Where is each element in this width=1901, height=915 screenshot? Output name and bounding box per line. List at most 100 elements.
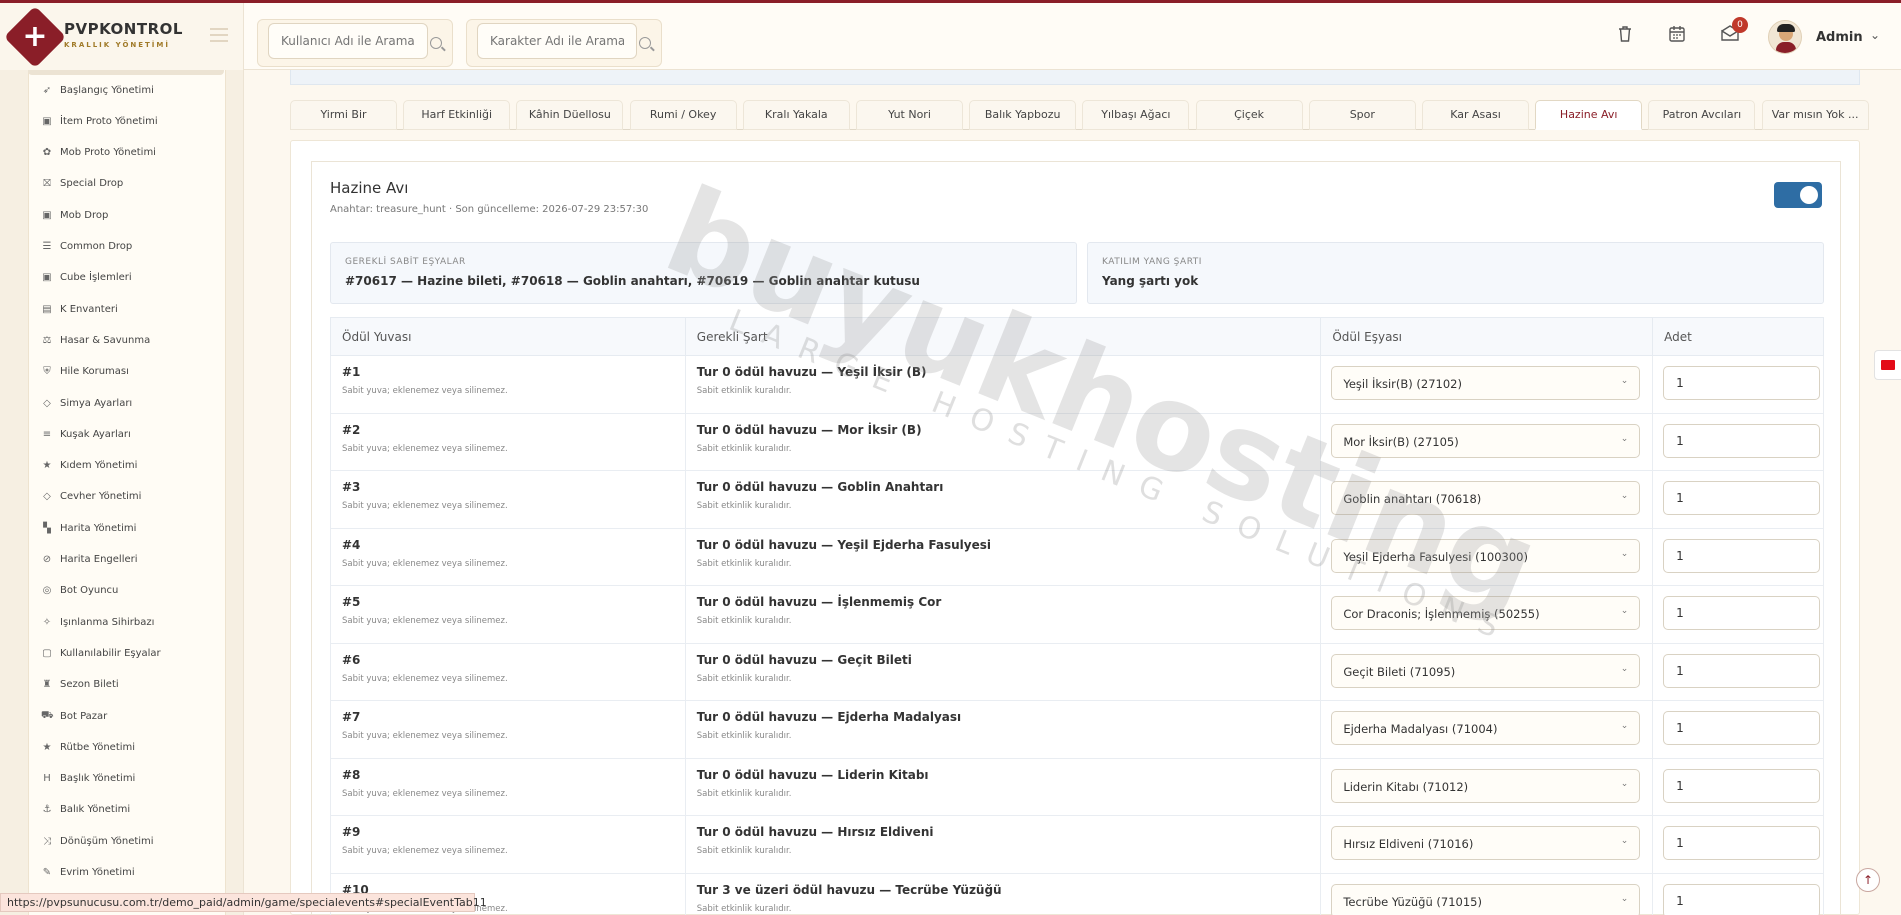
slot-number: #9: [342, 825, 361, 839]
shuffle-icon: ⤨: [43, 835, 51, 847]
tab-event[interactable]: Balık Yapbozu: [969, 100, 1077, 130]
character-search-input[interactable]: [477, 23, 637, 59]
sidebar-item[interactable]: ⚖ Hasar & Savunma: [41, 330, 151, 350]
search-icon[interactable]: [430, 37, 442, 49]
condition-cell: Tur 0 ödül havuzu — Yeşil İksir (B) Sabit…: [684, 355, 1322, 414]
sidebar-item[interactable]: ★ Rütbe Yönetimi: [41, 737, 136, 757]
avatar[interactable]: [1768, 20, 1802, 54]
reward-item-select[interactable]: Tecrübe Yüzüğü (71015) ⌄: [1331, 883, 1641, 915]
sidebar-item[interactable]: ⛝ Special Drop: [41, 174, 123, 194]
sidebar-item[interactable]: ⚓ Balık Yönetimi: [41, 800, 131, 820]
slot-number: #1: [342, 365, 361, 379]
tab-event[interactable]: Spor: [1308, 100, 1416, 130]
chevron-down-icon[interactable]: ⌄: [1870, 28, 1880, 42]
quantity-input[interactable]: 1: [1663, 711, 1821, 745]
quantity-input[interactable]: 1: [1663, 423, 1821, 458]
sidebar-item[interactable]: ◇ Cevher Yönetimi: [41, 487, 141, 507]
tab-event[interactable]: Çiçek: [1195, 100, 1303, 130]
sidebar-item[interactable]: ☰ Common Drop: [41, 237, 133, 257]
user-search-input[interactable]: [268, 23, 428, 59]
sidebar-item[interactable]: ♜ Sezon Bileti: [41, 675, 119, 695]
event-meta: Anahtar: treasure_hunt · Son güncelleme:…: [330, 204, 649, 215]
reward-item-select[interactable]: Mor İksir(B) (27105) ⌄: [1331, 423, 1641, 458]
tab-event[interactable]: Yılbaşı Ağacı: [1082, 100, 1190, 130]
sidebar-item[interactable]: ▣ Cube İşlemleri: [41, 268, 131, 288]
user-name[interactable]: Admin: [1816, 30, 1863, 45]
sidebar-item[interactable]: H Başlık Yönetimi: [41, 769, 135, 789]
reward-item-select[interactable]: Goblin anahtarı (70618) ⌄: [1331, 481, 1641, 515]
sidebar-item-label: İtem Proto Yönetimi: [60, 115, 158, 127]
quantity-input[interactable]: 1: [1663, 883, 1821, 915]
sidebar-item-label: Hasar & Savunma: [60, 334, 151, 346]
slot-number: #7: [342, 710, 361, 724]
language-flag-button[interactable]: [1874, 350, 1901, 380]
sidebar-item[interactable]: ✎ Evrim Yönetimi: [41, 863, 135, 883]
sidebar-item-label: Mob Proto Yönetimi: [60, 147, 156, 159]
search-icon[interactable]: [639, 37, 651, 49]
quantity-input[interactable]: 1: [1663, 366, 1821, 400]
tab-event[interactable]: Patron Avcıları: [1648, 100, 1756, 130]
sidebar-item[interactable]: ◎ Bot Oyuncu: [41, 581, 119, 601]
sidebar-item[interactable]: ◇ Simya Ayarları: [41, 393, 132, 413]
reward-item-select[interactable]: Liderin Kitabı (71012) ⌄: [1331, 768, 1641, 803]
condition-cell: Tur 0 ödül havuzu — Mor İksir (B) Sabit e…: [684, 412, 1322, 471]
table-row: #9 Sabit yuva; eklenemez veya silinemez. T…: [330, 815, 1824, 874]
quantity-input[interactable]: 1: [1663, 596, 1821, 630]
trash-icon[interactable]: [1615, 25, 1635, 45]
tab-event[interactable]: Hazine Avı: [1535, 100, 1643, 130]
quantity-input[interactable]: 1: [1663, 653, 1821, 688]
calendar-icon[interactable]: [1667, 25, 1687, 45]
tab-event[interactable]: Kralı Yakala: [742, 100, 850, 130]
tab-event[interactable]: Kâhin Düellosu: [516, 100, 624, 130]
slot-note: Sabit yuva; eklenemez veya silinemez.: [342, 386, 508, 396]
sidebar-item[interactable]: ★ Kıdem Yönetimi: [41, 456, 138, 476]
sliders-icon: ≡: [42, 428, 52, 440]
sidebar-item[interactable]: ⤨ Dönüşüm Yönetimi: [41, 831, 154, 851]
event-enabled-toggle[interactable]: [1774, 182, 1822, 208]
slot-cell: #3 Sabit yuva; eklenemez veya silinemez.: [330, 470, 686, 529]
sidebar-item[interactable]: ⛟ Bot Pazar: [41, 706, 107, 726]
tab-event[interactable]: Yirmi Bir: [290, 100, 397, 130]
quantity-input[interactable]: 1: [1663, 768, 1821, 803]
tab-event[interactable]: Rumi / Okey: [629, 100, 737, 130]
sidebar-item[interactable]: ▢ Kullanılabilir Eşyalar: [41, 643, 160, 663]
scroll-to-top-icon[interactable]: ↑: [1856, 868, 1880, 892]
tab-event[interactable]: Yut Nori: [856, 100, 963, 130]
condition-cell: Tur 0 ödül havuzu — İşlenmemiş Cor Sabit …: [684, 585, 1322, 644]
reward-item-select[interactable]: Cor Draconis; İşlenmemiş (50255) ⌄: [1331, 596, 1641, 630]
sidebar-item[interactable]: ≡ Kuşak Ayarları: [41, 424, 131, 444]
quantity-input[interactable]: 1: [1663, 481, 1821, 515]
sidebar-item[interactable]: ✿ Mob Proto Yönetimi: [41, 143, 156, 163]
tab-event[interactable]: Var mısın Yok ...: [1761, 100, 1869, 130]
sidebar-item[interactable]: ▣ İtem Proto Yönetimi: [41, 111, 158, 131]
sidebar-item[interactable]: ▚ Harita Yönetimi: [41, 518, 136, 538]
map-icon: ▚: [43, 522, 51, 534]
tab-event[interactable]: Harf Etkinliği: [403, 100, 511, 130]
reward-item-select[interactable]: Geçit Bileti (71095) ⌄: [1331, 653, 1641, 688]
sidebar-item[interactable]: ✧ Işınlanma Sihirbazı: [41, 612, 155, 632]
menu-toggle-icon[interactable]: [210, 28, 228, 42]
tab-event[interactable]: Kar Asası: [1422, 100, 1529, 130]
logo-area[interactable]: + PVPKONTROL KRALLIK YÖNETİMİ: [0, 3, 244, 70]
reward-item-select[interactable]: Ejderha Madalyası (71004) ⌄: [1331, 711, 1641, 745]
condition-cell: Tur 0 ödül havuzu — Geçit Bileti Sabit et…: [684, 642, 1322, 701]
brand-subtitle: KRALLIK YÖNETİMİ: [64, 41, 170, 49]
item-cell: Ejderha Madalyası (71004) ⌄: [1320, 700, 1654, 759]
reward-item-select[interactable]: Yeşil Ejderha Fasulyesi (100300) ⌄: [1331, 538, 1641, 573]
sidebar-item[interactable]: ⛨ Hile Koruması: [41, 362, 129, 382]
reward-item-select[interactable]: Yeşil İksir(B) (27102) ⌄: [1331, 366, 1641, 400]
slot-cell: #5 Sabit yuva; eklenemez veya silinemez.: [330, 585, 686, 644]
reward-item-select[interactable]: Hırsız Eldiveni (71016) ⌄: [1331, 826, 1641, 860]
scale-icon: ⚖: [42, 334, 52, 346]
condition-note: Sabit etkinlik kuralıdır.: [696, 558, 792, 569]
quantity-input[interactable]: 1: [1663, 826, 1821, 860]
reward-item-value: Yeşil Ejderha Fasulyesi (100300): [1343, 549, 1528, 564]
sidebar-item[interactable]: ➶ Başlangıç Yönetimi: [41, 80, 154, 100]
table-row: #7 Sabit yuva; eklenemez veya silinemez. T…: [330, 700, 1824, 759]
quantity-input[interactable]: 1: [1663, 538, 1821, 573]
sidebar-item[interactable]: ▤ K Envanteri: [41, 299, 117, 319]
sidebar-item[interactable]: ▣ Mob Drop: [41, 205, 108, 225]
magic-icon: ✧: [42, 616, 52, 628]
sidebar-item[interactable]: ⊘ Harita Engelleri: [41, 550, 138, 570]
condition-note: Sabit etkinlik kuralıdır.: [696, 443, 792, 454]
